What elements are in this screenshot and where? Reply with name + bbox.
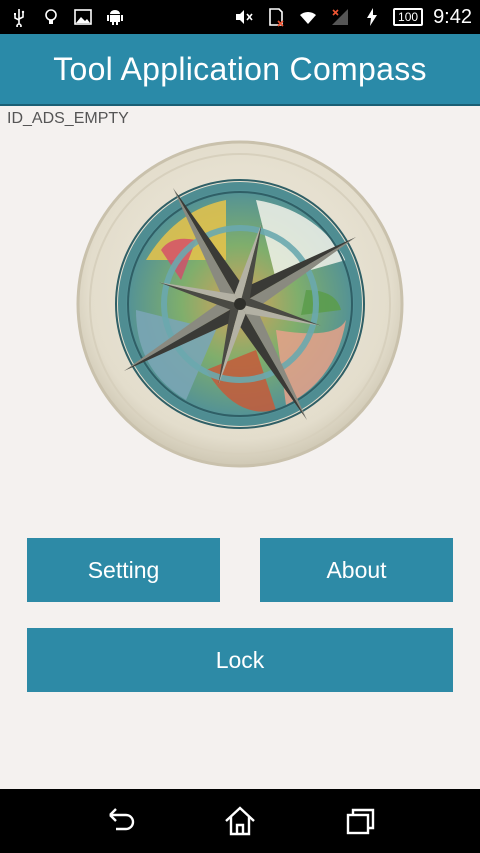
ads-placeholder: ID_ADS_EMPTY — [7, 110, 129, 127]
android-icon — [104, 6, 126, 28]
status-left — [8, 6, 126, 28]
recent-apps-icon[interactable] — [336, 797, 384, 845]
status-right: 100 9:42 — [233, 6, 472, 29]
wifi-icon — [297, 6, 319, 28]
mute-icon — [233, 6, 255, 28]
app-title: Tool Application Compass — [53, 50, 427, 87]
battery-indicator: 100 — [393, 8, 424, 26]
signal-icon — [329, 6, 351, 28]
home-icon[interactable] — [216, 797, 264, 845]
lock-button[interactable]: Lock — [27, 628, 453, 692]
action-bar: Tool Application Compass — [0, 34, 480, 106]
about-button[interactable]: About — [260, 538, 453, 602]
navigation-bar — [0, 789, 480, 853]
status-bar: 100 9:42 — [0, 0, 480, 34]
image-icon — [72, 6, 94, 28]
setting-button[interactable]: Setting — [27, 538, 220, 602]
charging-icon — [361, 6, 383, 28]
compass-illustration — [76, 140, 404, 468]
status-clock: 9:42 — [433, 5, 472, 28]
usb-icon — [8, 6, 30, 28]
compass-image — [76, 140, 404, 468]
bulb-icon — [40, 6, 62, 28]
sim-icon — [265, 6, 287, 28]
back-icon[interactable] — [96, 797, 144, 845]
